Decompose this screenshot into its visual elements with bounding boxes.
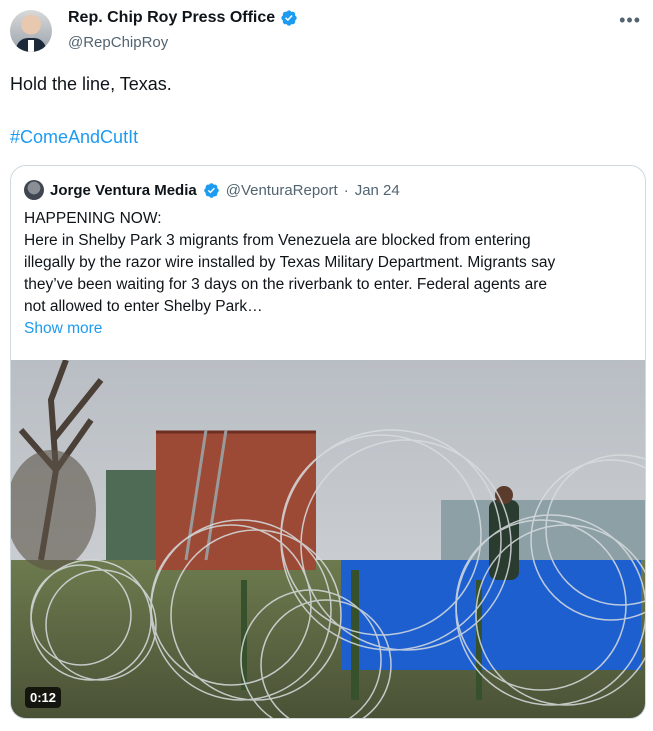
- quote-text: HAPPENING NOW: Here in Shelby Park 3 mig…: [24, 208, 624, 318]
- author-handle[interactable]: @RepChipRoy: [68, 34, 168, 51]
- quote-date[interactable]: Jan 24: [355, 182, 400, 199]
- quote-header: Jorge Ventura Media @VenturaReport · Jan…: [24, 180, 400, 200]
- video-duration: 0:12: [25, 687, 62, 708]
- quote-text-line: not allowed to enter Shelby Park…: [24, 298, 263, 315]
- tweet: Rep. Chip Roy Press Office @RepChipRoy •…: [0, 0, 653, 731]
- show-more-link[interactable]: Show more: [24, 320, 102, 338]
- quote-separator: ·: [343, 181, 349, 199]
- verified-badge-icon: [203, 182, 219, 198]
- video-player[interactable]: 0:12: [11, 360, 645, 718]
- quote-text-line: HAPPENING NOW:: [24, 210, 162, 227]
- quote-author-handle[interactable]: @VenturaReport: [226, 182, 338, 199]
- quote-text-line: illegally by the razor wire installed by…: [24, 254, 556, 271]
- quote-text-line: Here in Shelby Park 3 migrants from Vene…: [24, 232, 531, 249]
- quoted-tweet[interactable]: Jorge Ventura Media @VenturaReport · Jan…: [10, 165, 646, 719]
- video-thumbnail: [11, 360, 645, 718]
- quote-avatar[interactable]: [24, 180, 44, 200]
- quote-text-line: they’ve been waiting for 3 days on the r…: [24, 276, 548, 293]
- tweet-text: Hold the line, Texas.: [10, 74, 172, 94]
- quote-author-name[interactable]: Jorge Ventura Media: [50, 182, 197, 199]
- avatar[interactable]: [10, 10, 52, 52]
- verified-badge-icon: [281, 10, 297, 26]
- author-row: Rep. Chip Roy Press Office: [68, 9, 298, 27]
- hashtag-link[interactable]: #ComeAndCutIt: [10, 127, 138, 148]
- more-horizontal-icon[interactable]: •••: [619, 10, 641, 31]
- author-name[interactable]: Rep. Chip Roy Press Office: [68, 9, 275, 27]
